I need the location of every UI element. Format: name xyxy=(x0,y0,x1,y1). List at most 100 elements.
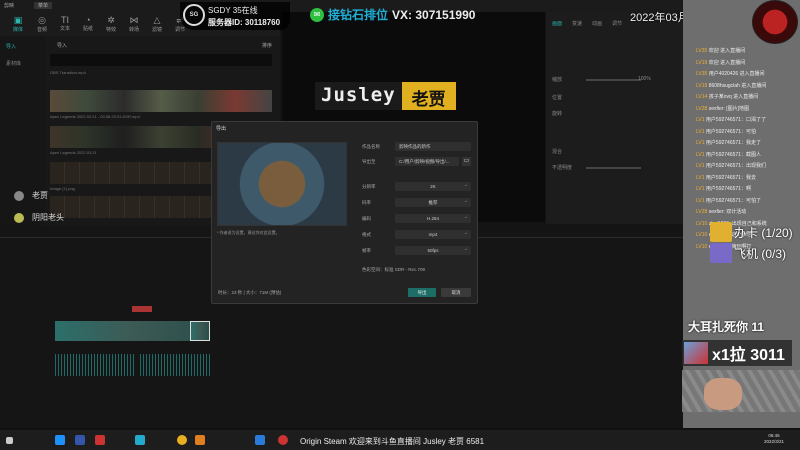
hand-camera xyxy=(682,370,800,412)
framerate-select[interactable]: 50fps xyxy=(395,246,471,255)
audio-icon: ◎ xyxy=(38,15,46,25)
user-level: LV14 xyxy=(696,94,708,100)
message-text: 用户592746571：截图人 xyxy=(705,151,761,158)
field-label: 导出至 xyxy=(362,159,376,164)
prop-label: 缩放 xyxy=(552,77,563,83)
field-label: 格式 xyxy=(362,232,371,237)
message-text: sexfier: [图片]地图 xyxy=(708,105,749,112)
format-select[interactable]: mp4 xyxy=(395,230,471,239)
bitrate-select[interactable]: 推荐 xyxy=(395,198,471,207)
avatar xyxy=(14,212,24,223)
marker-clip[interactable] xyxy=(132,306,152,312)
user-level: LV1 xyxy=(696,197,705,204)
tool-sticker[interactable]: ◔ 贴纸 xyxy=(78,15,98,32)
app-icon[interactable] xyxy=(278,435,288,445)
app-icon[interactable] xyxy=(55,435,65,445)
app-icon[interactable] xyxy=(75,435,85,445)
chat-message: LV1 用户592746571：我走了 xyxy=(696,139,761,146)
chat-message: LV28 sexfier: 双计活动 xyxy=(696,208,746,215)
message-text: 用户592746571：可怕 xyxy=(705,128,756,135)
app-icon[interactable] xyxy=(95,435,105,445)
user-level: LV1 xyxy=(696,163,705,169)
props-tab[interactable]: 画面 xyxy=(552,20,562,27)
field-label: 分辨率 xyxy=(362,184,376,189)
props-tab[interactable]: 变速 xyxy=(572,20,582,27)
export-button[interactable]: 导出 xyxy=(408,288,436,297)
user-level: LV1 xyxy=(696,174,705,181)
timeline-clip[interactable] xyxy=(55,321,210,341)
app-icon[interactable] xyxy=(135,435,145,445)
clip-name: Apex Legends 2022.03.21 - 00.58.29.01.DV… xyxy=(50,114,140,119)
sort-button[interactable]: 排序 xyxy=(262,42,272,49)
wechat-overlay: ✉ 接钻石排位 VX: 307151990 xyxy=(310,6,475,23)
message-text: 8608hsugclah 进入直播间 xyxy=(708,82,767,89)
tool-text[interactable]: TI 文本 xyxy=(55,15,75,32)
chat-message: LV1 用户592746571：可怕 xyxy=(696,128,756,135)
dialog-title: 导出 xyxy=(216,126,227,132)
title-input[interactable]: 剪映作品的新作 xyxy=(395,142,471,151)
chat-message: LV1 用户592746571：可怕了 xyxy=(696,197,761,204)
mouse-hand xyxy=(704,378,742,410)
filter-icon: △ xyxy=(153,15,161,25)
tool-filter[interactable]: △ 滤镜 xyxy=(147,15,167,33)
rocket-icon xyxy=(684,342,708,364)
sticker-icon: ◔ xyxy=(85,15,91,25)
media-clip[interactable] xyxy=(50,90,272,112)
text-icon: TI xyxy=(61,15,69,25)
export-path-input[interactable]: C:/用户/剪映/视频/导出/... xyxy=(395,157,459,166)
user-level: LV19 xyxy=(696,59,708,66)
audio-waveform[interactable] xyxy=(140,354,210,376)
user-level: LV28 xyxy=(696,209,708,215)
codec-select[interactable]: H.264 xyxy=(395,214,471,223)
media-clip[interactable] xyxy=(50,54,272,66)
message-text: 孩子某ovq 进入直播间 xyxy=(708,94,759,100)
taskbar-window-title[interactable]: Origin Steam 欢迎来到斗鱼直播间 Jusley 老贾 6581 xyxy=(300,436,484,447)
clip-name: OBS Transition.mp4 xyxy=(50,70,86,75)
system-clock[interactable]: 06:46 2022/3/21 xyxy=(764,433,784,445)
color-space: 色彩空间：标准 SDR - Rec.709 xyxy=(362,267,426,272)
audio-waveform[interactable] xyxy=(55,354,135,376)
clip-name: Image (1).png xyxy=(50,186,75,191)
tool-media[interactable]: ▣ 媒体 xyxy=(8,15,28,33)
online-count: SGDY 35在线 xyxy=(208,6,258,15)
media-header: 导入 xyxy=(57,43,68,49)
windows-taskbar: Origin Steam 欢迎来到斗鱼直播间 Jusley 老贾 6581 06… xyxy=(0,430,800,450)
media-icon: ▣ xyxy=(13,15,23,25)
field-label: 作品名称 xyxy=(362,144,380,149)
sgdy-logo: SG xyxy=(183,4,205,26)
menu-button[interactable]: 菜单 xyxy=(34,2,53,9)
avatar xyxy=(14,190,24,201)
start-icon[interactable] xyxy=(6,437,13,444)
cancel-button[interactable]: 取消 xyxy=(441,288,471,297)
message-text: 用户592746571：我去 xyxy=(705,174,756,181)
sidebar-item-library[interactable]: 素材库 xyxy=(6,60,21,67)
chat-message: LV35 用户4020426 进入直播间 xyxy=(696,70,765,77)
app-icon[interactable] xyxy=(255,435,265,445)
folder-icon[interactable]: ▭ xyxy=(462,157,471,166)
props-tab[interactable]: 调节 xyxy=(612,20,622,27)
tool-effects[interactable]: ✲ 特效 xyxy=(101,15,121,33)
properties-panel: 画面 变速 动画 调节 缩放 100% 位置 旋转 混合 不透明度 xyxy=(546,12,683,224)
scale-slider[interactable] xyxy=(586,79,641,81)
app-icon[interactable] xyxy=(195,435,205,445)
app-title: 剪映 xyxy=(4,3,15,9)
timeline-clip-selected[interactable] xyxy=(190,321,210,341)
field-label: 编码 xyxy=(362,216,371,221)
user-level: LV1 xyxy=(696,140,705,146)
chrome-icon[interactable] xyxy=(177,435,187,445)
sidebar-item-import[interactable]: 导入 xyxy=(6,43,16,50)
field-label: 帧率 xyxy=(362,248,371,253)
message-text: sexfier: 双计活动 xyxy=(708,209,747,215)
opacity-slider[interactable] xyxy=(586,167,641,169)
tool-transition[interactable]: ⋈ 转场 xyxy=(124,15,144,33)
message-text: 用户592746571：我走了 xyxy=(705,140,761,146)
gift-sender: 大耳扎死你 11 xyxy=(688,320,765,334)
message-text: 用户592746571：出现我们 xyxy=(705,163,766,169)
gift-progress: 飞机 (0/3) xyxy=(710,243,786,263)
prop-label: 位置 xyxy=(552,95,563,101)
user-level: LV10 xyxy=(696,232,708,238)
tool-audio[interactable]: ◎ 音频 xyxy=(32,15,52,33)
chat-message: LV1 用户592746571：我去 xyxy=(696,174,756,181)
resolution-select[interactable]: 2K xyxy=(395,182,471,191)
props-tab[interactable]: 动画 xyxy=(592,20,602,27)
